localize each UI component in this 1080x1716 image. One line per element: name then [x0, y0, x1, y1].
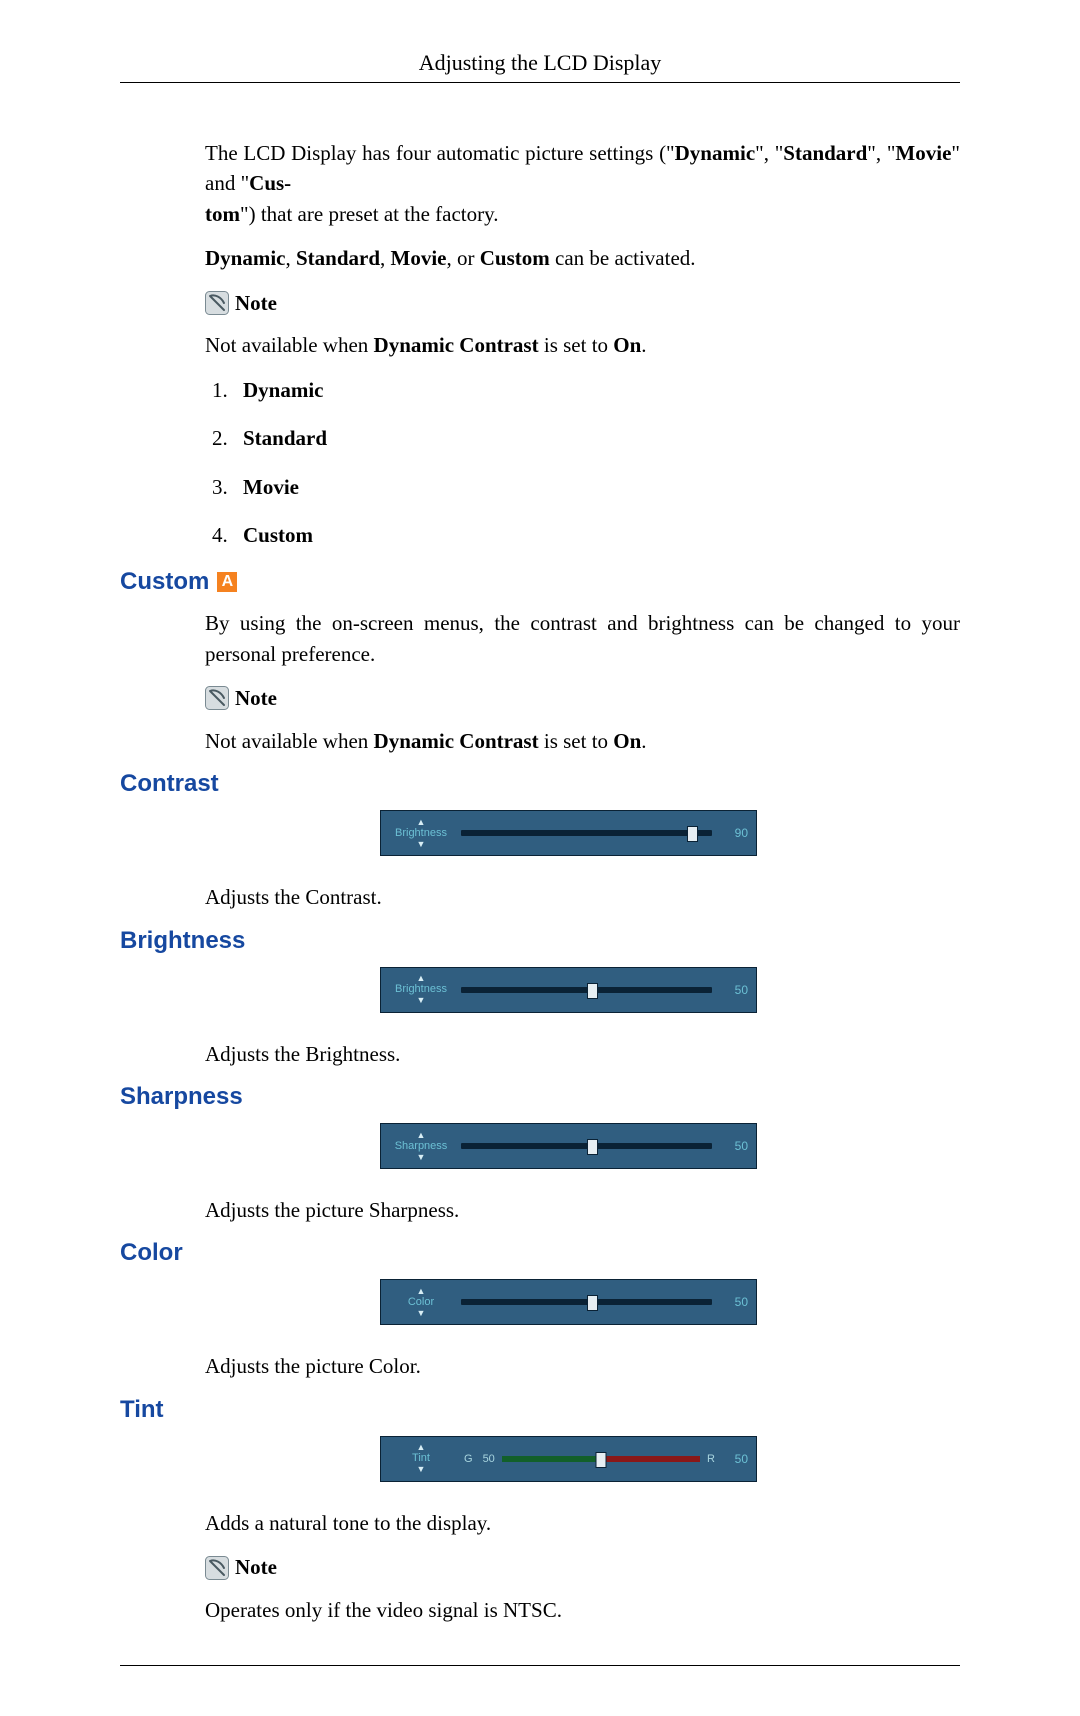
heading-color: Color — [120, 1239, 960, 1267]
tint-desc: Adds a natural tone to the display. — [205, 1508, 960, 1538]
page-header-title: Adjusting the LCD Display — [120, 50, 960, 83]
custom-desc: By using the on-screen menus, the contra… — [205, 608, 960, 669]
triangle-up-icon: ▲ — [417, 818, 426, 827]
triangle-down-icon: ▼ — [417, 840, 426, 849]
intro-paragraph-2: Dynamic, Standard, Movie, or Custom can … — [205, 243, 960, 273]
osd-label-col: ▲ Sharpness ▼ — [381, 1131, 461, 1162]
triangle-up-icon: ▲ — [417, 1443, 426, 1452]
note-label: Note — [235, 288, 277, 318]
tint-block: Adds a natural tone to the display. Note… — [205, 1508, 960, 1625]
osd-label-col: ▲ Brightness ▼ — [381, 974, 461, 1005]
osd-tint-slider[interactable]: G 50 R — [461, 1437, 718, 1481]
intro-paragraph-1: The LCD Display has four automatic pictu… — [205, 138, 960, 229]
tint-note-body: Operates only if the video signal is NTS… — [205, 1595, 960, 1625]
note-label: Note — [235, 683, 277, 713]
osd-label: Brightness — [395, 828, 447, 839]
osd-label: Tint — [412, 1453, 430, 1464]
triangle-up-icon: ▲ — [417, 1287, 426, 1296]
osd-slider[interactable] — [461, 1280, 718, 1324]
custom-block: By using the on-screen menus, the contra… — [205, 608, 960, 756]
tint-g-value: 50 — [480, 1453, 498, 1465]
heading-custom: Custom A — [120, 568, 960, 596]
note-label: Note — [235, 1552, 277, 1582]
osd-label: Color — [408, 1297, 434, 1308]
mode-list-item: Standard — [233, 423, 960, 453]
triangle-down-icon: ▼ — [417, 1309, 426, 1318]
osd-label-col: ▲ Color ▼ — [381, 1287, 461, 1318]
custom-note-body: Not available when Dynamic Contrast is s… — [205, 726, 960, 756]
a-badge-icon: A — [217, 572, 237, 592]
osd-value: 50 — [718, 1295, 756, 1309]
osd-color: ▲ Color ▼ 50 — [380, 1279, 757, 1325]
note-row: Note — [205, 683, 960, 713]
mode-list: Dynamic Standard Movie Custom — [205, 375, 960, 551]
osd-brightness: ▲ Brightness ▼ 50 — [380, 967, 757, 1013]
footer-rule — [120, 1665, 960, 1666]
osd-value: 50 — [718, 983, 756, 997]
heading-contrast: Contrast — [120, 770, 960, 798]
heading-brightness: Brightness — [120, 927, 960, 955]
heading-sharpness: Sharpness — [120, 1083, 960, 1111]
triangle-up-icon: ▲ — [417, 1131, 426, 1140]
sharpness-desc: Adjusts the picture Sharpness. — [205, 1195, 960, 1225]
osd-tint: ▲ Tint ▼ G 50 R 50 — [380, 1436, 757, 1482]
intro-note-body: Not available when Dynamic Contrast is s… — [205, 330, 960, 360]
tint-g-label: G — [461, 1453, 476, 1465]
triangle-down-icon: ▼ — [417, 996, 426, 1005]
mode-list-item: Custom — [233, 520, 960, 550]
osd-label: Brightness — [395, 984, 447, 995]
osd-slider[interactable] — [461, 968, 718, 1012]
note-icon — [205, 686, 229, 710]
mode-list-item: Movie — [233, 472, 960, 502]
osd-value: 50 — [718, 1139, 756, 1153]
tint-r-label: R — [704, 1453, 718, 1465]
mode-list-item: Dynamic — [233, 375, 960, 405]
osd-value: 90 — [718, 826, 756, 840]
note-icon — [205, 1556, 229, 1580]
brightness-desc: Adjusts the Brightness. — [205, 1039, 960, 1069]
triangle-down-icon: ▼ — [417, 1465, 426, 1474]
triangle-down-icon: ▼ — [417, 1153, 426, 1162]
osd-label-col: ▲ Brightness ▼ — [381, 818, 461, 849]
heading-tint: Tint — [120, 1396, 960, 1424]
note-icon — [205, 291, 229, 315]
osd-sharpness: ▲ Sharpness ▼ 50 — [380, 1123, 757, 1169]
osd-slider[interactable] — [461, 811, 718, 855]
triangle-up-icon: ▲ — [417, 974, 426, 983]
intro-block: The LCD Display has four automatic pictu… — [205, 138, 960, 550]
osd-label-col: ▲ Tint ▼ — [381, 1443, 461, 1474]
osd-label: Sharpness — [395, 1141, 448, 1152]
osd-contrast: ▲ Brightness ▼ 90 — [380, 810, 757, 856]
note-row: Note — [205, 288, 960, 318]
osd-slider[interactable] — [461, 1124, 718, 1168]
color-desc: Adjusts the picture Color. — [205, 1351, 960, 1381]
note-row: Note — [205, 1552, 960, 1582]
tint-r-value: 50 — [718, 1452, 756, 1466]
contrast-desc: Adjusts the Contrast. — [205, 882, 960, 912]
